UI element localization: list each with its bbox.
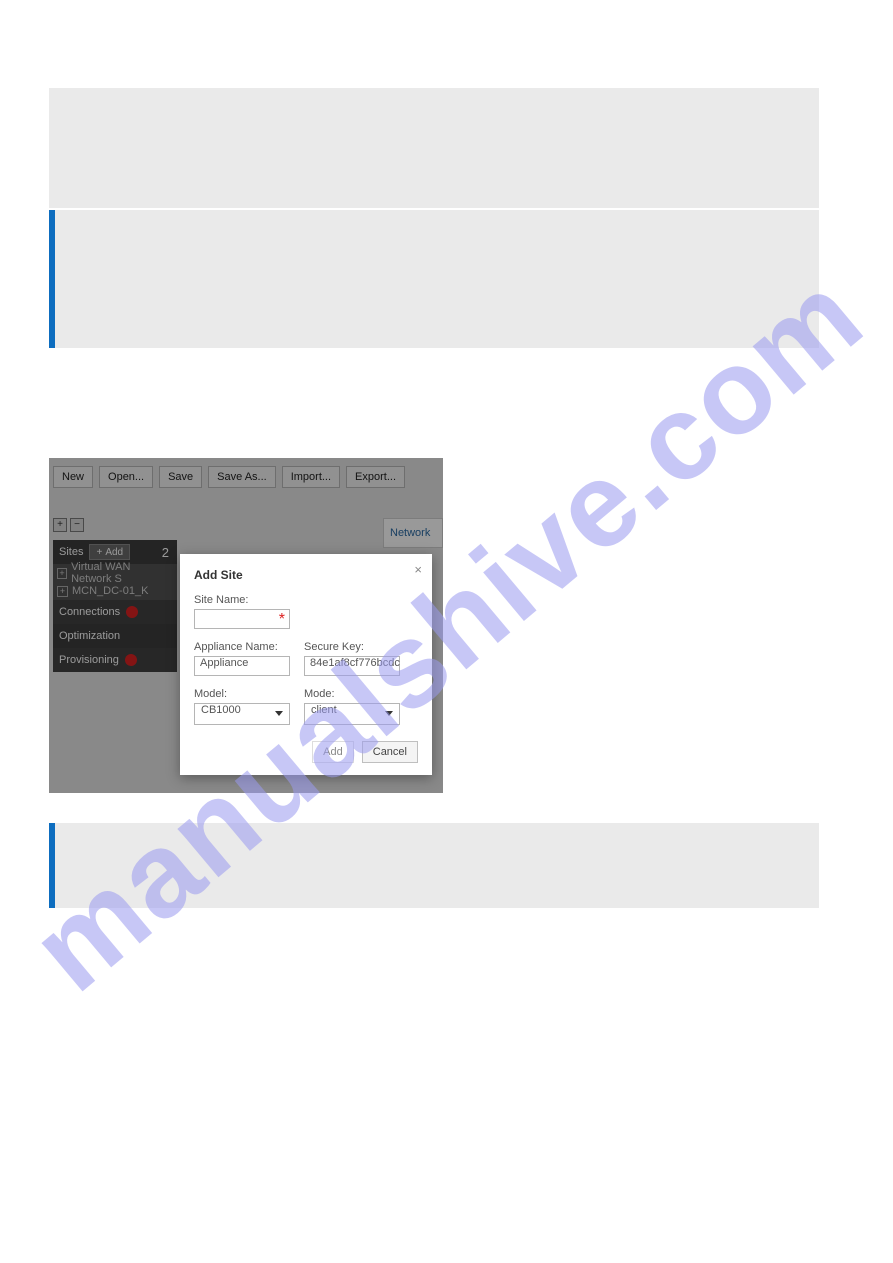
model-select[interactable]: CB1000 (194, 703, 290, 725)
chevron-down-icon (275, 711, 283, 716)
secure-key-label: Secure Key: (304, 641, 400, 653)
dialog-cancel-button[interactable]: Cancel (362, 741, 418, 763)
model-label: Model: (194, 688, 290, 700)
appliance-name-label: Appliance Name: (194, 641, 290, 653)
page-grey-block-1 (49, 88, 819, 208)
mode-label: Mode: (304, 688, 400, 700)
page-grey-block-2-side (49, 210, 819, 348)
appliance-name-input[interactable]: Appliance (194, 656, 290, 676)
app-screenshot: New Open... Save Save As... Import... Ex… (49, 458, 443, 793)
add-site-dialog: × Add Site Site Name: * Appliance Name: … (180, 554, 432, 775)
mode-value: client (311, 704, 337, 716)
site-name-input[interactable] (194, 609, 290, 629)
required-asterisk-icon: * (279, 611, 285, 629)
secure-key-input[interactable]: 84e1af8cf776bcdc (304, 656, 400, 676)
mode-select[interactable]: client (304, 703, 400, 725)
page-grey-block-3-side (49, 823, 819, 908)
site-name-label: Site Name: (194, 594, 290, 606)
close-icon[interactable]: × (414, 562, 422, 577)
dialog-add-button[interactable]: Add (312, 741, 354, 763)
dialog-title: Add Site (194, 568, 418, 582)
chevron-down-icon (385, 711, 393, 716)
model-value: CB1000 (201, 704, 241, 716)
dialog-footer: Add Cancel (194, 741, 418, 763)
